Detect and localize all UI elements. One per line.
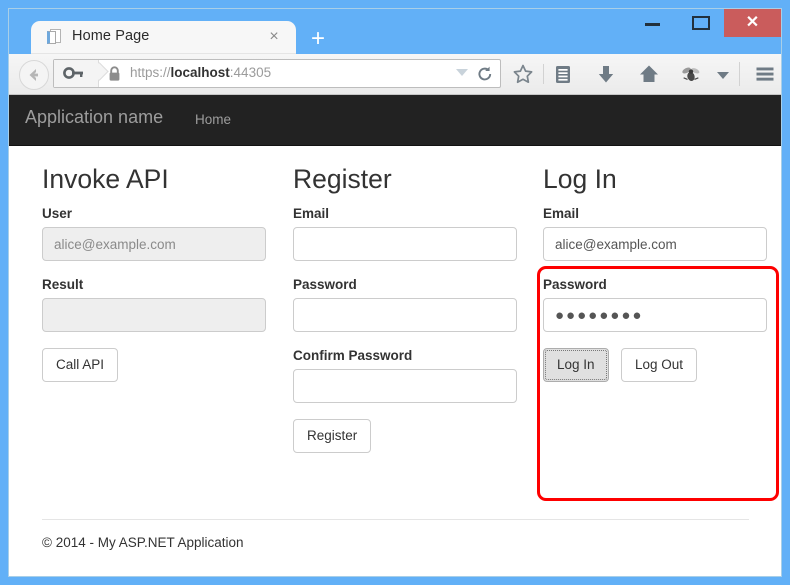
user-input[interactable] [42, 227, 266, 262]
new-tab-button[interactable]: + [307, 27, 329, 51]
tab-title: Home Page [72, 28, 150, 44]
register-button[interactable]: Register [293, 419, 372, 454]
close-tab-icon[interactable]: × [266, 29, 282, 45]
page-favicon-icon [47, 29, 63, 46]
url-host: localhost [170, 65, 230, 80]
login-password-input[interactable] [543, 298, 767, 333]
window-inner: Home Page × + ✕ https://localhost:44305 … [8, 8, 782, 577]
register-password-label: Password [293, 277, 357, 293]
register-email-label: Email [293, 206, 330, 222]
invoke-api-heading: Invoke API [42, 164, 169, 194]
url-port: :44305 [229, 65, 272, 80]
register-confirm-password-input[interactable] [293, 369, 517, 404]
nav-link-home[interactable]: Home [195, 112, 231, 127]
result-label: Result [42, 277, 84, 293]
toolbar-divider [543, 64, 544, 84]
back-icon[interactable] [19, 60, 49, 90]
title-bar: Home Page × + ✕ [9, 9, 781, 54]
reload-icon[interactable] [476, 65, 494, 88]
footer-divider [42, 519, 749, 520]
result-input[interactable] [42, 298, 266, 333]
download-arrow-icon[interactable] [595, 63, 617, 85]
url-scheme: https:// [130, 65, 171, 80]
login-heading: Log In [543, 164, 617, 194]
toolbar-divider-2 [739, 62, 740, 86]
bookmark-star-icon[interactable] [512, 63, 534, 85]
footer-copyright: © 2014 - My ASP.NET Application [42, 535, 244, 550]
toolbar-dropdown-icon[interactable] [716, 67, 730, 81]
register-email-input[interactable] [293, 227, 517, 262]
url-text: https://localhost:44305 [130, 65, 271, 80]
login-email-label: Email [543, 206, 580, 222]
maximize-button[interactable] [683, 9, 719, 37]
hamburger-menu-icon[interactable] [754, 63, 776, 85]
invoke-api-column: Invoke API User Result Call API [42, 164, 268, 383]
logout-button[interactable]: Log Out [621, 348, 698, 383]
lock-icon [108, 66, 121, 87]
site-navbar: Application name Home [9, 95, 781, 146]
login-password-label: Password [543, 277, 607, 293]
url-dropdown-icon[interactable] [456, 69, 468, 76]
register-confirm-label: Confirm Password [293, 348, 413, 364]
navbar-brand[interactable]: Application name [25, 107, 163, 128]
url-bar[interactable]: https://localhost:44305 [53, 59, 501, 88]
register-password-input[interactable] [293, 298, 517, 333]
login-email-input[interactable] [543, 227, 767, 262]
register-heading: Register [293, 164, 392, 194]
browser-tab[interactable]: Home Page × [31, 21, 296, 54]
home-icon[interactable] [638, 63, 660, 85]
register-column: Register Email Password Confirm Password… [293, 164, 519, 454]
reader-list-icon[interactable] [552, 63, 574, 85]
login-column: Log In Email Password Log In Log Out [543, 164, 769, 383]
login-button[interactable]: Log In [543, 348, 609, 383]
call-api-button[interactable]: Call API [42, 348, 119, 383]
minimize-button[interactable] [635, 9, 671, 37]
key-icon [63, 65, 85, 88]
firebug-fly-icon[interactable] [680, 63, 702, 85]
close-window-button[interactable]: ✕ [724, 9, 781, 37]
page-viewport: Application name Home Invoke API User Re… [9, 95, 781, 576]
user-label: User [42, 206, 73, 222]
browser-window: Home Page × + ✕ https://localhost:44305 … [0, 0, 790, 585]
browser-toolbar: https://localhost:44305 [9, 54, 781, 95]
